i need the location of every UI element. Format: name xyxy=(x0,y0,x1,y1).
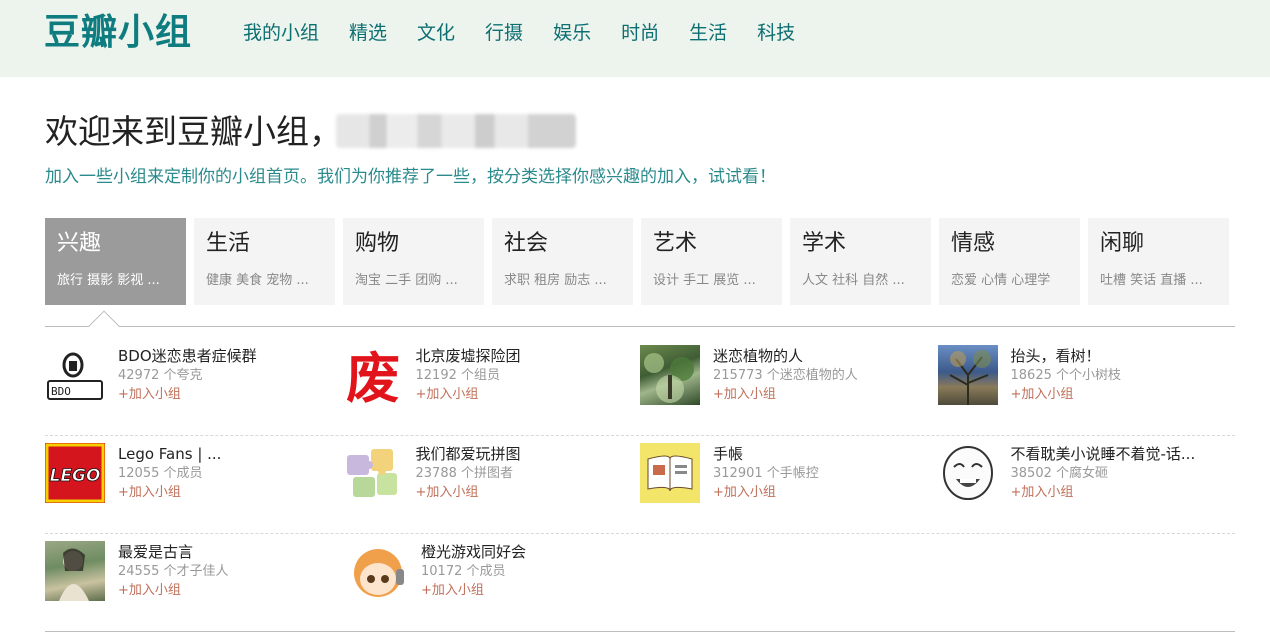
nav-life[interactable]: 生活 xyxy=(689,20,727,46)
join-group-link[interactable]: +加入小组 xyxy=(118,581,229,600)
welcome-subtitle: 加入一些小组来定制你的小组首页。我们为你推荐了一些，按分类选择你感兴趣的加入，试… xyxy=(45,167,776,187)
member-count: 312901 个手帳控 xyxy=(713,466,819,481)
tab-art[interactable]: 艺术 设计 手工 展览 ... xyxy=(641,218,782,305)
member-count: 24555 个才子佳人 xyxy=(118,564,229,579)
member-count: 10172 个成员 xyxy=(421,564,506,579)
member-count: 12192 个组员 xyxy=(415,368,501,383)
group-avatar[interactable]: 废 xyxy=(342,345,403,405)
group-avatar[interactable] xyxy=(348,541,408,601)
group-item: 废 北京废墟探险团 12192 个组员 +加入小组 xyxy=(342,345,641,435)
tab-society[interactable]: 社会 求职 租房 励志 ... xyxy=(492,218,633,305)
tab-subtitle: 旅行 摄影 影视 ... xyxy=(57,273,160,288)
blurred-username xyxy=(336,114,576,148)
member-count: 23788 个拼图者 xyxy=(415,466,514,481)
group-name[interactable]: BDO迷恋患者症候群 xyxy=(118,346,257,366)
group-name[interactable]: 我们都爱玩拼图 xyxy=(416,444,521,464)
group-item: LEGO Lego Fans | ... 12055 个成员 +加入小组 xyxy=(45,443,343,533)
member-count: 18625 个个小树枝 xyxy=(1010,368,1122,383)
fei-character: 废 xyxy=(346,347,400,405)
group-row: 最爱是古言 24555 个才子佳人 +加入小组 橙光游戏同好会 10172 个成… xyxy=(45,534,1235,632)
join-group-link[interactable]: +加入小组 xyxy=(118,483,221,502)
tab-subtitle: 设计 手工 展览 ... xyxy=(653,273,756,288)
nav-featured[interactable]: 精选 xyxy=(349,20,387,46)
nav-culture[interactable]: 文化 xyxy=(417,20,455,46)
group-name[interactable]: 迷恋植物的人 xyxy=(713,346,858,366)
group-name[interactable]: 橙光游戏同好会 xyxy=(421,542,526,562)
tab-title: 闲聊 xyxy=(1100,231,1145,256)
tab-title: 社会 xyxy=(504,231,549,256)
join-group-link[interactable]: +加入小组 xyxy=(1011,385,1122,404)
tab-title: 情感 xyxy=(951,231,996,256)
nav-travel-photo[interactable]: 行摄 xyxy=(485,20,523,46)
group-name[interactable]: 手帳 xyxy=(713,444,819,464)
group-row: BDO BDO迷恋患者症候群 42972 个夸克 +加入小组 废 北京废墟探险团… xyxy=(45,338,1235,436)
join-group-link[interactable]: +加入小组 xyxy=(416,483,521,502)
group-row: LEGO Lego Fans | ... 12055 个成员 +加入小组 我们都… xyxy=(45,436,1235,534)
group-item: BDO BDO迷恋患者症候群 42972 个夸克 +加入小组 xyxy=(45,345,343,435)
tab-chat[interactable]: 闲聊 吐槽 笑话 直播 ... xyxy=(1088,218,1229,305)
tab-title: 学术 xyxy=(802,231,847,256)
group-item: 最爱是古言 24555 个才子佳人 +加入小组 xyxy=(45,541,348,631)
main-nav: 我的小组 精选 文化 行摄 娱乐 时尚 生活 科技 xyxy=(243,20,825,46)
group-avatar[interactable] xyxy=(45,541,105,601)
bdo-logo-text: BDO xyxy=(51,385,71,398)
category-tabs: 兴趣 旅行 摄影 影视 ... 生活 健康 美食 宠物 ... 购物 淘宝 二手… xyxy=(45,218,1229,305)
tab-life[interactable]: 生活 健康 美食 宠物 ... xyxy=(194,218,335,305)
group-item: 我们都爱玩拼图 23788 个拼图者 +加入小组 xyxy=(342,443,641,533)
tab-title: 艺术 xyxy=(653,231,698,256)
tab-subtitle: 健康 美食 宠物 ... xyxy=(206,273,309,288)
nav-entertainment[interactable]: 娱乐 xyxy=(553,20,591,46)
tab-subtitle: 淘宝 二手 团购 ... xyxy=(355,273,458,288)
join-group-link[interactable]: +加入小组 xyxy=(118,385,257,404)
group-name[interactable]: 北京废墟探险团 xyxy=(416,346,521,366)
group-recommendations: BDO BDO迷恋患者症候群 42972 个夸克 +加入小组 废 北京废墟探险团… xyxy=(45,338,1235,632)
join-group-link[interactable]: +加入小组 xyxy=(1011,483,1196,502)
member-count: 12055 个成员 xyxy=(118,466,203,481)
join-group-link[interactable]: +加入小组 xyxy=(416,385,521,404)
nav-tech[interactable]: 科技 xyxy=(757,20,795,46)
welcome-title: 欢迎来到豆瓣小组， xyxy=(45,112,342,151)
nav-my-groups[interactable]: 我的小组 xyxy=(243,20,319,46)
tab-title: 兴趣 xyxy=(57,231,102,256)
group-avatar[interactable] xyxy=(640,443,700,503)
member-count: 215773 个迷恋植物的人 xyxy=(713,368,858,383)
group-avatar[interactable]: BDO xyxy=(45,345,105,405)
group-avatar[interactable] xyxy=(342,443,403,503)
tab-title: 购物 xyxy=(355,231,400,256)
top-nav-bar: 豆瓣小组 我的小组 精选 文化 行摄 娱乐 时尚 生活 科技 xyxy=(0,0,1270,77)
group-name[interactable]: 最爱是古言 xyxy=(118,542,229,562)
tab-subtitle: 吐槽 笑话 直播 ... xyxy=(1100,273,1203,288)
lego-logo-text: LEGO xyxy=(50,466,101,486)
member-count: 38502 个腐女砸 xyxy=(1010,466,1109,481)
group-avatar[interactable] xyxy=(937,345,998,405)
group-name[interactable]: Lego Fans | ... xyxy=(118,444,221,464)
member-count: 42972 个夸克 xyxy=(118,368,203,383)
tab-emotion[interactable]: 情感 恋爱 心情 心理学 xyxy=(939,218,1080,305)
group-name[interactable]: 不看耽美小说睡不着觉-话... xyxy=(1011,444,1196,464)
tab-academic[interactable]: 学术 人文 社科 自然 ... xyxy=(790,218,931,305)
group-item: 不看耽美小说睡不着觉-话... 38502 个腐女砸 +加入小组 xyxy=(937,443,1236,533)
group-avatar[interactable] xyxy=(640,345,700,405)
tab-subtitle: 恋爱 心情 心理学 xyxy=(951,273,1051,288)
group-name[interactable]: 抬头，看树！ xyxy=(1011,346,1122,366)
join-group-link[interactable]: +加入小组 xyxy=(713,385,858,404)
tab-subtitle: 人文 社科 自然 ... xyxy=(802,273,905,288)
tab-divider xyxy=(45,326,1235,327)
group-item: 迷恋植物的人 215773 个迷恋植物的人 +加入小组 xyxy=(640,345,938,435)
join-group-link[interactable]: +加入小组 xyxy=(713,483,819,502)
tab-title: 生活 xyxy=(206,231,251,256)
nav-fashion[interactable]: 时尚 xyxy=(621,20,659,46)
active-tab-pointer xyxy=(88,310,120,342)
douban-group-logo[interactable]: 豆瓣小组 xyxy=(44,9,192,57)
tab-interest[interactable]: 兴趣 旅行 摄影 影视 ... xyxy=(45,218,186,305)
join-group-link[interactable]: +加入小组 xyxy=(421,581,526,600)
group-item: 手帳 312901 个手帳控 +加入小组 xyxy=(640,443,938,533)
group-item: 抬头，看树！ 18625 个个小树枝 +加入小组 xyxy=(937,345,1236,435)
tab-subtitle: 求职 租房 励志 ... xyxy=(504,273,607,288)
group-avatar[interactable]: LEGO xyxy=(45,443,105,503)
group-avatar[interactable] xyxy=(937,443,998,503)
tab-shopping[interactable]: 购物 淘宝 二手 团购 ... xyxy=(343,218,484,305)
group-item: 橙光游戏同好会 10172 个成员 +加入小组 xyxy=(348,541,651,631)
